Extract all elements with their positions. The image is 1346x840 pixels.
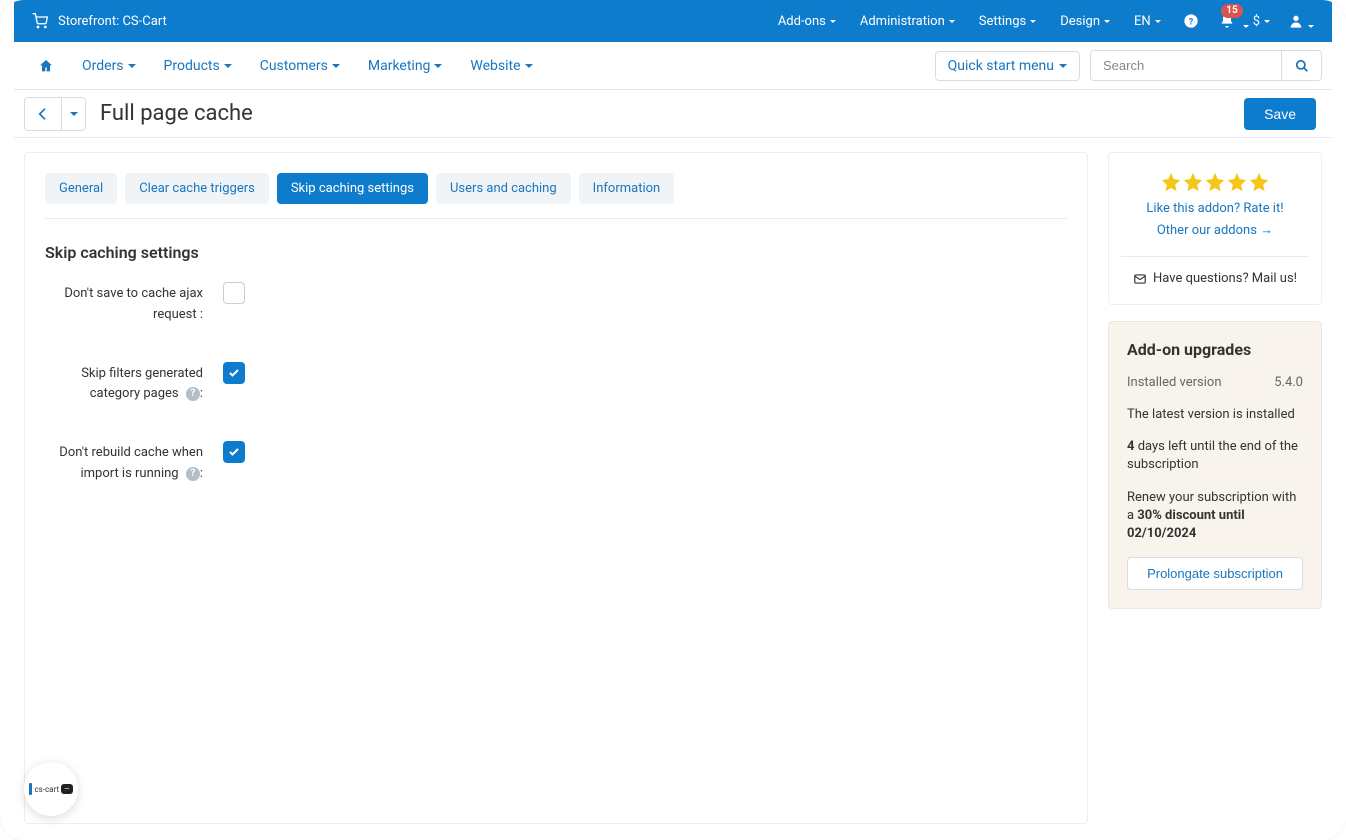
- back-group: [24, 97, 86, 131]
- caret-down-icon: [1264, 20, 1270, 23]
- caret-down-icon: [1104, 20, 1110, 23]
- checkbox-skip-filters[interactable]: [223, 362, 245, 384]
- sub-nav: Orders Products Customers Marketing Webs…: [14, 42, 1332, 90]
- menu-language[interactable]: EN: [1122, 0, 1173, 42]
- cart-icon: [32, 13, 48, 29]
- floating-logo-button[interactable]: cs-cart —: [24, 762, 78, 816]
- user-menu[interactable]: [1278, 0, 1314, 42]
- check-icon: [228, 367, 240, 379]
- caret-down-icon: [1243, 25, 1249, 28]
- storefront-label: Storefront: CS-Cart: [58, 14, 167, 29]
- caret-down-icon: [434, 64, 442, 68]
- star-icon: [1204, 171, 1226, 193]
- notification-badge: 15: [1221, 4, 1242, 18]
- caret-down-icon: [1059, 64, 1067, 68]
- star-icon: [1160, 171, 1182, 193]
- section-heading: Skip caching settings: [45, 243, 1067, 262]
- star-icon: [1182, 171, 1204, 193]
- check-icon: [228, 446, 240, 458]
- rating-box: Like this addon? Rate it! Other our addo…: [1108, 152, 1322, 305]
- storefront-selector[interactable]: Storefront: CS-Cart: [32, 13, 167, 29]
- tab-users-and-caching[interactable]: Users and caching: [436, 173, 571, 204]
- star-icon: [1226, 171, 1248, 193]
- caret-down-icon: [70, 112, 78, 116]
- save-button[interactable]: Save: [1244, 98, 1316, 130]
- caret-down-icon: [224, 64, 232, 68]
- tab-clear-cache-triggers[interactable]: Clear cache triggers: [125, 173, 269, 204]
- notifications-button[interactable]: 15: [1209, 0, 1245, 42]
- tab-skip-caching-settings[interactable]: Skip caching settings: [277, 173, 428, 204]
- caret-down-icon: [1308, 25, 1314, 28]
- caret-down-icon: [1030, 20, 1036, 23]
- prolongate-button[interactable]: Prolongate subscription: [1127, 557, 1303, 590]
- logo-pill-icon: —: [61, 784, 72, 794]
- svg-text:?: ?: [1188, 16, 1193, 27]
- field-label: Don't rebuild cache when import is runni…: [45, 441, 215, 485]
- help-icon[interactable]: ?: [186, 387, 200, 401]
- upgrade-title: Add-on upgrades: [1127, 340, 1303, 359]
- menu-addons[interactable]: Add-ons: [766, 0, 848, 42]
- caret-down-icon: [830, 20, 836, 23]
- renew-text: Renew your subscription with a 30% disco…: [1127, 489, 1303, 544]
- field-label: Skip filters generated category pages ?:: [45, 362, 215, 406]
- home-icon: [38, 58, 54, 74]
- tab-information[interactable]: Information: [579, 173, 675, 204]
- back-dropdown[interactable]: [61, 98, 85, 130]
- days-left-text: 4 days left until the end of the subscri…: [1127, 438, 1303, 474]
- field-skip-filters: Skip filters generated category pages ?:: [45, 362, 1067, 406]
- tab-general[interactable]: General: [45, 173, 117, 204]
- logo-bar-icon: [29, 783, 32, 795]
- right-column: Like this addon? Rate it! Other our addo…: [1108, 152, 1322, 609]
- main-panel: General Clear cache triggers Skip cachin…: [24, 152, 1088, 824]
- field-label: Don't save to cache ajax request :: [45, 282, 215, 326]
- checkbox-import-running[interactable]: [223, 441, 245, 463]
- star-icon: [1248, 171, 1270, 193]
- title-bar: Full page cache Save: [14, 90, 1332, 138]
- caret-down-icon: [1155, 20, 1161, 23]
- installed-version-value: 5.4.0: [1274, 375, 1303, 390]
- content-area: General Clear cache triggers Skip cachin…: [14, 138, 1332, 838]
- help-icon: ?: [1183, 13, 1199, 29]
- page-title: Full page cache: [100, 101, 253, 126]
- nav-customers[interactable]: Customers: [246, 42, 354, 90]
- quick-start-menu[interactable]: Quick start menu: [935, 51, 1080, 81]
- top-bar: Storefront: CS-Cart Add-ons Administrati…: [14, 0, 1332, 42]
- search-button[interactable]: [1281, 51, 1321, 80]
- latest-version-text: The latest version is installed: [1127, 406, 1303, 424]
- help-button[interactable]: ?: [1173, 0, 1209, 42]
- search-input[interactable]: [1091, 51, 1281, 80]
- star-rating: [1127, 171, 1303, 193]
- menu-settings[interactable]: Settings: [967, 0, 1048, 42]
- nav-home[interactable]: [24, 42, 68, 90]
- nav-marketing[interactable]: Marketing: [354, 42, 457, 90]
- field-ajax-request: Don't save to cache ajax request :: [45, 282, 1067, 326]
- tabs: General Clear cache triggers Skip cachin…: [45, 173, 1067, 219]
- menu-design[interactable]: Design: [1048, 0, 1122, 42]
- installed-version-row: Installed version 5.4.0: [1127, 375, 1303, 390]
- mail-us-link[interactable]: Have questions? Mail us!: [1127, 271, 1303, 286]
- caret-down-icon: [128, 64, 136, 68]
- caret-down-icon: [949, 20, 955, 23]
- menu-currency[interactable]: $: [1245, 0, 1278, 42]
- nav-products[interactable]: Products: [150, 42, 246, 90]
- menu-administration[interactable]: Administration: [848, 0, 967, 42]
- mail-icon: [1133, 272, 1147, 286]
- field-import-running: Don't rebuild cache when import is runni…: [45, 441, 1067, 485]
- search-wrap: [1090, 50, 1322, 81]
- caret-down-icon: [525, 64, 533, 68]
- other-addons-link[interactable]: Other our addons →: [1127, 222, 1303, 238]
- installed-version-label: Installed version: [1127, 375, 1222, 390]
- search-icon: [1295, 59, 1309, 73]
- rate-link[interactable]: Like this addon? Rate it!: [1127, 201, 1303, 216]
- nav-website[interactable]: Website: [456, 42, 546, 90]
- upgrade-box: Add-on upgrades Installed version 5.4.0 …: [1108, 321, 1322, 609]
- nav-orders[interactable]: Orders: [68, 42, 150, 90]
- caret-down-icon: [332, 64, 340, 68]
- help-icon[interactable]: ?: [186, 467, 200, 481]
- arrow-left-icon: [35, 106, 51, 122]
- checkbox-ajax-request[interactable]: [223, 282, 245, 304]
- user-icon: [1288, 13, 1304, 29]
- back-button[interactable]: [25, 98, 61, 130]
